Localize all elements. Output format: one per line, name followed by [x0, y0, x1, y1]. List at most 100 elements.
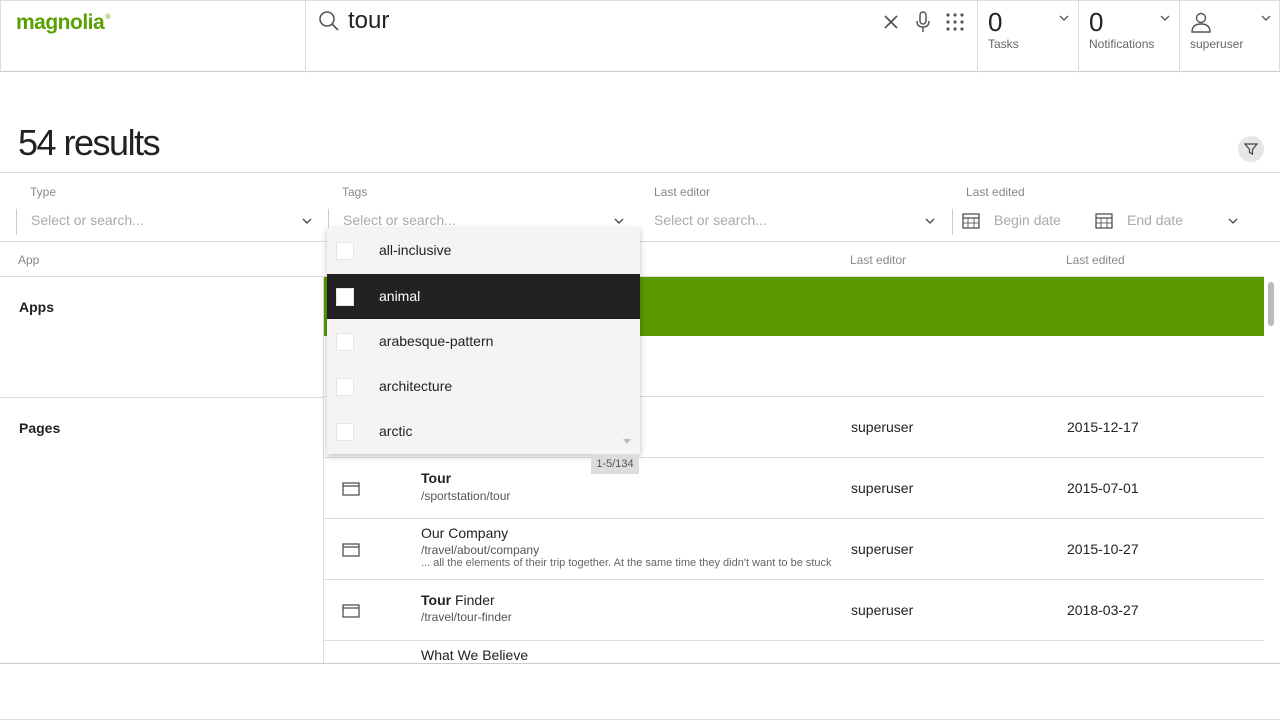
app-grid-icon[interactable]	[944, 11, 966, 33]
row-title: Our Company	[421, 525, 508, 541]
tag-checkbox[interactable]	[336, 333, 354, 351]
tag-option-label: arabesque-pattern	[379, 333, 494, 349]
filter-toggle-button[interactable]	[1238, 136, 1264, 162]
row-last-edited: 2015-10-27	[1067, 541, 1139, 557]
section-pages: Pages	[19, 420, 61, 436]
tags-select-placeholder: Select or search...	[343, 212, 456, 228]
scroll-down-arrow-icon[interactable]	[623, 439, 631, 445]
tags-dropdown-list: all-inclusive animal arabesque-pattern a…	[327, 228, 640, 454]
row-title: Tour Finder	[421, 592, 495, 608]
page-icon	[342, 543, 360, 557]
row-path: /sportstation/tour	[421, 489, 511, 503]
tag-option-label: animal	[379, 288, 421, 304]
table-row[interactable]: Tour Finder /travel/tour-finder superuse…	[324, 580, 1264, 641]
logo-registered-mark: ®	[105, 14, 111, 21]
last-editor-select[interactable]: Select or search...	[640, 209, 944, 235]
row-last-editor: superuser	[851, 541, 914, 557]
row-last-edited: 2015-07-01	[1067, 480, 1139, 496]
tag-option[interactable]: architecture	[327, 364, 640, 409]
row-path: /travel/tour-finder	[421, 610, 512, 624]
row-title-rest: What We Believe	[421, 647, 529, 663]
section-divider	[0, 397, 324, 398]
page-icon	[342, 482, 360, 496]
row-title-rest: Our Company	[421, 525, 509, 541]
logo-text: magnolia	[16, 11, 105, 34]
filter-icon	[1244, 143, 1258, 155]
chevron-down-icon	[1261, 15, 1271, 21]
search-icon	[319, 11, 339, 31]
tasks-menu[interactable]: 0 Tasks	[978, 1, 1079, 73]
row-last-editor: superuser	[851, 602, 914, 618]
filter-bar: Type Select or search... Tags Select or …	[0, 172, 1280, 242]
row-title: What We Believe	[421, 647, 528, 663]
tag-option[interactable]: arabesque-pattern	[327, 319, 640, 364]
tag-checkbox[interactable]	[336, 378, 354, 396]
tag-checkbox[interactable]	[336, 288, 354, 306]
chevron-down-icon	[614, 218, 624, 224]
tasks-count: 0	[988, 7, 1003, 37]
tag-option[interactable]: arctic	[327, 409, 640, 454]
tag-option-label: arctic	[379, 423, 413, 439]
notifications-count: 0	[1089, 7, 1104, 37]
type-filter: Type Select or search...	[16, 173, 320, 243]
column-header-app[interactable]: App	[18, 253, 39, 267]
row-last-editor: superuser	[851, 480, 914, 496]
tags-result-count: 1-5/134	[591, 454, 639, 474]
row-title-rest: Finder	[451, 592, 495, 608]
column-header-last-edited[interactable]: Last edited	[1066, 253, 1125, 267]
close-icon[interactable]	[881, 12, 901, 32]
end-date-input[interactable]: End date	[1127, 212, 1183, 228]
chevron-down-icon	[1160, 15, 1170, 21]
row-snippet: ... all the elements of their trip toget…	[421, 557, 832, 569]
notifications-menu[interactable]: 0 Notifications	[1079, 1, 1180, 73]
type-filter-label: Type	[30, 185, 57, 199]
row-path: /travel/about/company	[421, 543, 540, 557]
tag-option[interactable]: all-inclusive	[327, 228, 640, 273]
type-select[interactable]: Select or search...	[16, 209, 320, 235]
last-edited-filter-label: Last edited	[966, 185, 1025, 199]
row-last-edited: 2018-03-27	[1067, 602, 1139, 618]
last-edited-filter: Last edited Begin date End date	[952, 173, 1264, 243]
column-header-last-editor[interactable]: Last editor	[850, 253, 906, 267]
user-name: superuser	[1190, 37, 1244, 51]
row-title-match: Tour	[421, 470, 452, 486]
calendar-icon[interactable]	[962, 213, 980, 229]
date-range-select[interactable]: Begin date End date	[952, 209, 1264, 235]
search-box	[305, 1, 978, 73]
top-bar: magnolia ® 0 Tasks 0 Notifications	[0, 0, 1280, 73]
magnolia-logo[interactable]: magnolia ®	[16, 11, 110, 45]
search-input[interactable]	[348, 4, 868, 38]
user-menu[interactable]: superuser	[1180, 1, 1280, 73]
microphone-icon[interactable]	[914, 11, 932, 33]
row-last-editor: superuser	[851, 419, 914, 435]
footer-bar	[0, 663, 1280, 720]
tag-option-label: architecture	[379, 378, 453, 394]
chevron-down-icon	[302, 218, 312, 224]
tags-filter-label: Tags	[342, 185, 368, 199]
chevron-down-icon	[925, 218, 935, 224]
table-row[interactable]: Tour /sportstation/tour superuser 2015-0…	[324, 458, 1264, 519]
table-row[interactable]: What We Believe	[324, 641, 1264, 663]
tag-checkbox[interactable]	[336, 423, 354, 441]
last-editor-filter: Last editor Select or search...	[640, 173, 944, 243]
chevron-down-icon	[1228, 218, 1238, 224]
row-last-edited: 2015-12-17	[1067, 419, 1139, 435]
begin-date-input[interactable]: Begin date	[994, 212, 1061, 228]
tasks-label: Tasks	[988, 37, 1019, 51]
results-count-title: 54 results	[18, 122, 161, 163]
page-icon	[342, 604, 360, 618]
notifications-label: Notifications	[1089, 37, 1155, 51]
scrollbar-thumb[interactable]	[1268, 282, 1274, 326]
type-select-placeholder: Select or search...	[31, 212, 144, 228]
tag-option[interactable]: animal	[327, 274, 640, 319]
section-apps: Apps	[19, 299, 54, 315]
user-icon	[1191, 12, 1211, 33]
last-editor-select-placeholder: Select or search...	[654, 212, 767, 228]
tag-option-label: all-inclusive	[379, 242, 452, 258]
calendar-icon[interactable]	[1095, 213, 1113, 229]
table-row[interactable]: Our Company /travel/about/company ... al…	[324, 519, 1264, 580]
row-title-match: Tour	[421, 592, 452, 608]
tag-checkbox[interactable]	[336, 242, 354, 260]
row-title: Tour	[421, 470, 451, 486]
chevron-down-icon	[1059, 15, 1069, 21]
